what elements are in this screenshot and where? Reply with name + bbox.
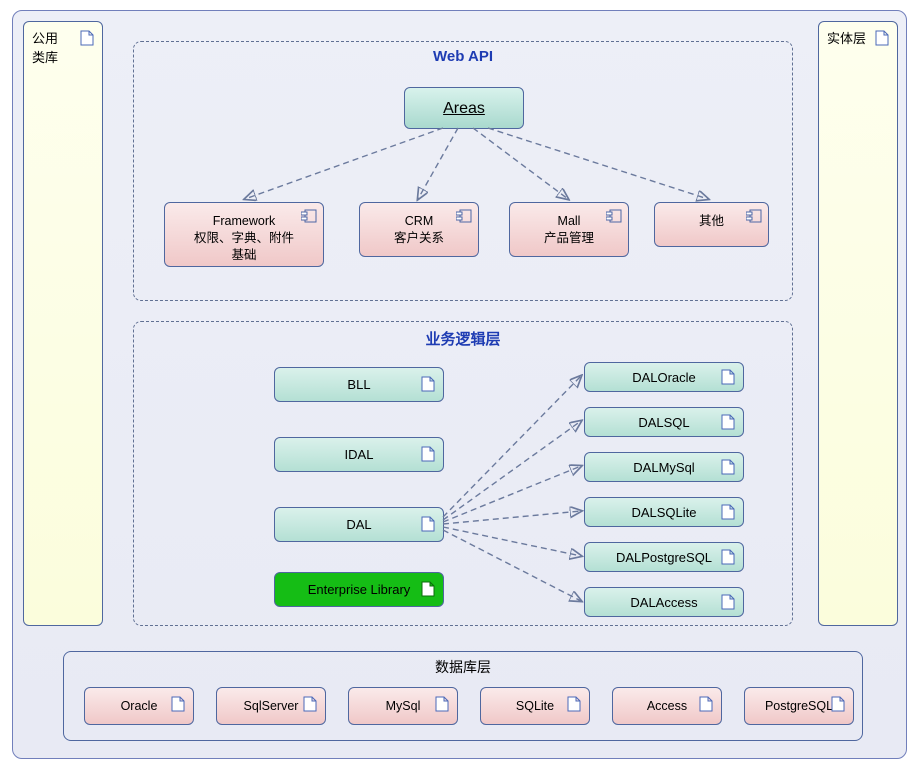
outer-frame: 公用 类库 实体层 Web API Areas Framework权限、字典、附… xyxy=(12,10,907,759)
document-icon xyxy=(171,696,185,712)
side-common-lib-title: 公用 类库 xyxy=(32,28,58,66)
side-entity-layer: 实体层 xyxy=(818,21,898,626)
side-common-lib: 公用 类库 xyxy=(23,21,103,626)
component-icon xyxy=(606,209,622,223)
dal-mysql: DALMySql xyxy=(584,452,744,482)
document-icon xyxy=(421,516,435,532)
component-icon xyxy=(301,209,317,223)
document-icon xyxy=(567,696,581,712)
document-icon xyxy=(699,696,713,712)
db-sqlserver: SqlServer xyxy=(216,687,326,725)
db-postgresql: PostgreSQL xyxy=(744,687,854,725)
db-sqlite: SQLite xyxy=(480,687,590,725)
dal-box: DAL xyxy=(274,507,444,542)
document-icon xyxy=(831,696,845,712)
bll-title: 业务逻辑层 xyxy=(134,328,792,349)
webapi-container: Web API Areas Framework权限、字典、附件 基础 CRM客户… xyxy=(133,41,793,301)
db-container: 数据库层 Oracle SqlServer MySql SQLite Acces… xyxy=(63,651,863,741)
comp-framework-sub: 权限、字典、附件 基础 xyxy=(165,230,323,264)
document-icon xyxy=(435,696,449,712)
document-icon xyxy=(875,30,889,46)
bll-box: BLL xyxy=(274,367,444,402)
comp-mall: Mall产品管理 xyxy=(509,202,629,257)
webapi-title: Web API xyxy=(134,48,792,65)
document-icon xyxy=(721,459,735,475)
dal-mysql-label: DALMySql xyxy=(585,460,743,475)
document-icon xyxy=(721,594,735,610)
document-icon xyxy=(721,549,735,565)
dal-postgresql: DALPostgreSQL xyxy=(584,542,744,572)
db-access: Access xyxy=(612,687,722,725)
comp-crm: CRM客户关系 xyxy=(359,202,479,257)
side-entity-title: 实体层 xyxy=(827,28,866,47)
idal-box: IDAL xyxy=(274,437,444,472)
document-icon xyxy=(421,446,435,462)
document-icon xyxy=(80,30,94,46)
dal-access: DALAccess xyxy=(584,587,744,617)
db-title: 数据库层 xyxy=(64,652,862,677)
idal-label: IDAL xyxy=(275,447,443,462)
bll-container: 业务逻辑层 BLL IDAL DAL Enterprise Library DA… xyxy=(133,321,793,626)
document-icon xyxy=(421,376,435,392)
comp-crm-sub: 客户关系 xyxy=(360,230,478,247)
document-icon xyxy=(721,414,735,430)
dal-access-label: DALAccess xyxy=(585,595,743,610)
db-mysql: MySql xyxy=(348,687,458,725)
db-oracle: Oracle xyxy=(84,687,194,725)
dal-label: DAL xyxy=(275,517,443,532)
dal-oracle-label: DALOracle xyxy=(585,370,743,385)
document-icon xyxy=(721,369,735,385)
comp-mall-sub: 产品管理 xyxy=(510,230,628,247)
enterprise-library-label: Enterprise Library xyxy=(275,582,443,597)
enterprise-library-box: Enterprise Library xyxy=(274,572,444,607)
comp-framework: Framework权限、字典、附件 基础 xyxy=(164,202,324,267)
dal-oracle: DALOracle xyxy=(584,362,744,392)
document-icon xyxy=(421,581,435,597)
document-icon xyxy=(303,696,317,712)
areas-box: Areas xyxy=(404,87,524,129)
component-icon xyxy=(456,209,472,223)
dal-sql-label: DALSQL xyxy=(585,415,743,430)
dal-sqlite: DALSQLite xyxy=(584,497,744,527)
comp-framework-title: Framework xyxy=(165,213,323,230)
areas-label: Areas xyxy=(443,100,485,117)
bll-label: BLL xyxy=(275,377,443,392)
component-icon xyxy=(746,209,762,223)
document-icon xyxy=(721,504,735,520)
dal-sqlite-label: DALSQLite xyxy=(585,505,743,520)
comp-other: 其他 xyxy=(654,202,769,247)
dal-postgresql-label: DALPostgreSQL xyxy=(585,550,743,565)
dal-sql: DALSQL xyxy=(584,407,744,437)
